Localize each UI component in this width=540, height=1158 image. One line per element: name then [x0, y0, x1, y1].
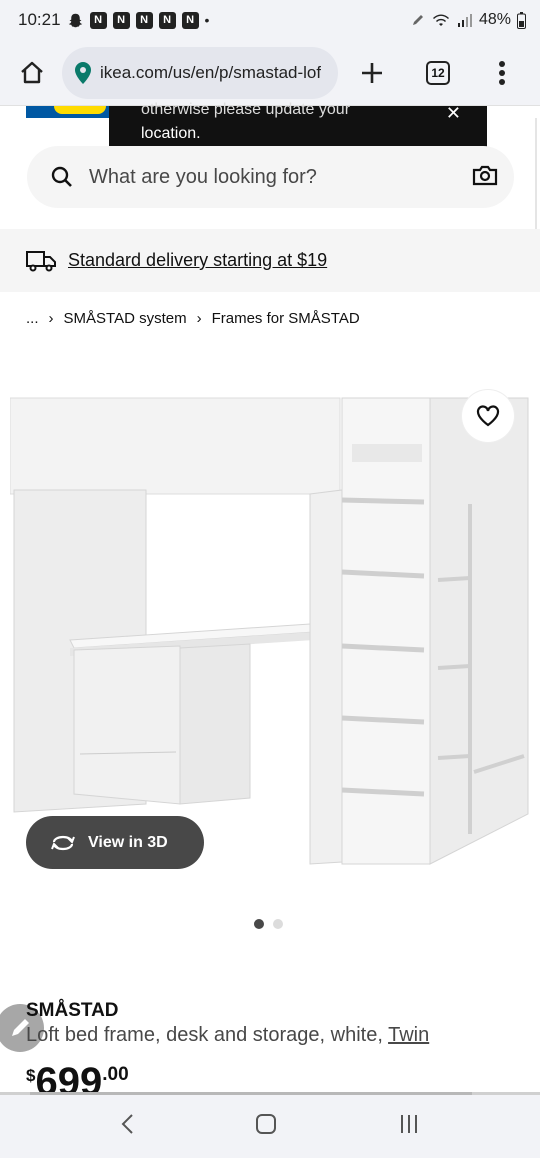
status-time: 10:21 — [18, 10, 61, 29]
home-icon — [21, 61, 43, 83]
breadcrumb: ... › SMÅSTAD system › Frames for SMÅSTA… — [26, 310, 360, 327]
battery-percent: 48% — [478, 11, 511, 28]
product-description-text: Loft bed frame, desk and storage, white, — [26, 1024, 389, 1046]
home-nav-button[interactable] — [255, 1113, 277, 1140]
chevron-right-icon: › — [48, 310, 54, 327]
price-currency: $ — [26, 1066, 36, 1085]
toast-line-1: otherwise please update your — [141, 101, 351, 118]
location-pin-icon — [75, 61, 91, 84]
app-notification-icon: N — [112, 11, 130, 29]
system-nav-bar — [0, 1092, 540, 1158]
tab-count: 12 — [426, 60, 450, 85]
battery-icon — [517, 11, 526, 29]
search-input[interactable]: What are you looking for? — [89, 166, 317, 189]
rotate-3d-icon — [51, 835, 75, 850]
pen-icon — [412, 15, 423, 25]
favorite-button[interactable] — [462, 390, 514, 442]
size-link[interactable]: Twin — [388, 1024, 429, 1046]
breadcrumb-item[interactable]: Frames for SMÅSTAD — [212, 310, 360, 327]
breadcrumb-ellipsis[interactable]: ... — [26, 310, 39, 327]
home-square-icon — [255, 1114, 276, 1134]
product-image[interactable] — [10, 394, 530, 874]
url-text: ikea.com/us/en/p/smastad-lof — [100, 62, 322, 82]
price-decimal: .00 — [102, 1064, 129, 1085]
recents-button[interactable] — [398, 1114, 420, 1139]
breadcrumb-item[interactable]: SMÅSTAD system — [64, 310, 187, 327]
address-bar[interactable]: ikea.com/us/en/p/smastad-lof — [62, 46, 338, 99]
product-description: Loft bed frame, desk and storage, white,… — [26, 1024, 429, 1047]
back-chevron-icon — [121, 1114, 134, 1134]
snapchat-icon — [68, 13, 82, 27]
view-in-3d-label: View in 3D — [88, 833, 168, 851]
app-notification-icon: N — [181, 11, 199, 29]
new-tab-button[interactable] — [350, 51, 394, 95]
status-bar: 10:21 N N N N N • 48% — [0, 0, 540, 40]
camera-search-button[interactable] — [472, 164, 498, 191]
tabs-button[interactable]: 12 — [416, 51, 460, 95]
plus-icon — [362, 62, 382, 83]
product-name: SMÅSTAD — [26, 1000, 119, 1021]
ikea-logo[interactable] — [26, 106, 110, 118]
close-icon[interactable]: ✕ — [446, 103, 461, 124]
camera-icon — [472, 165, 498, 185]
app-notification-icon: N — [158, 11, 176, 29]
more-vertical-icon — [499, 60, 505, 85]
carousel-dot[interactable] — [273, 919, 283, 929]
home-button[interactable] — [10, 51, 54, 95]
page-progress-bar — [30, 1092, 472, 1095]
recents-icon — [400, 1115, 417, 1133]
signal-icon — [457, 14, 472, 27]
search-bar[interactable]: What are you looking for? — [27, 146, 514, 208]
delivery-link[interactable]: Standard delivery starting at $19 — [68, 250, 327, 271]
app-notification-icon: N — [89, 11, 107, 29]
image-carousel-dots — [254, 919, 283, 929]
browser-menu-button[interactable] — [480, 51, 524, 95]
carousel-dot[interactable] — [254, 919, 264, 929]
toast-line-2: location. — [141, 125, 201, 142]
browser-toolbar: ikea.com/us/en/p/smastad-lof 12 — [0, 40, 540, 106]
heart-icon — [476, 405, 500, 427]
back-button[interactable] — [120, 1113, 134, 1140]
wifi-icon — [432, 14, 449, 26]
chevron-right-icon: › — [196, 310, 202, 327]
app-notification-icon: N — [135, 11, 153, 29]
more-notifications-dot: • — [204, 12, 210, 28]
view-in-3d-button[interactable]: View in 3D — [26, 816, 204, 869]
search-icon — [51, 166, 72, 187]
truck-icon — [26, 250, 56, 271]
delivery-banner[interactable]: Standard delivery starting at $19 — [0, 229, 540, 292]
scroll-edge — [535, 118, 537, 233]
